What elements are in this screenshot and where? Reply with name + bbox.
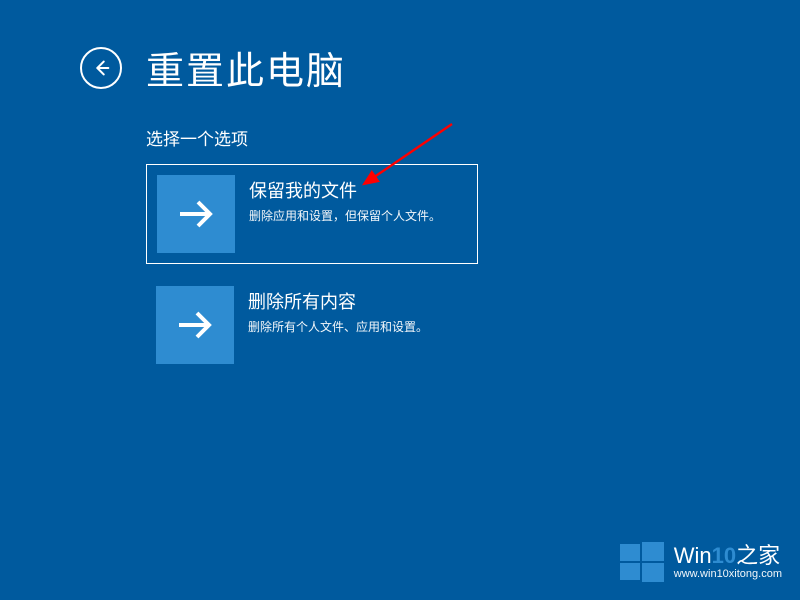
option-description: 删除应用和设置，但保留个人文件。 [249, 207, 441, 224]
page-subtitle: 选择一个选项 [0, 95, 800, 164]
option-title: 保留我的文件 [249, 177, 441, 203]
option-description: 删除所有个人文件、应用和设置。 [248, 318, 428, 335]
option-remove-everything[interactable]: 删除所有内容 删除所有个人文件、应用和设置。 [146, 276, 478, 376]
back-arrow-icon [90, 57, 112, 79]
options-list: 保留我的文件 删除应用和设置，但保留个人文件。 删除所有内容 删除所有个人文件、… [0, 164, 800, 376]
arrow-right-icon [157, 175, 235, 253]
watermark-brand: Win10之家 [674, 544, 782, 568]
back-button[interactable] [80, 47, 122, 89]
arrow-right-icon [156, 286, 234, 364]
option-title: 删除所有内容 [248, 288, 428, 314]
option-keep-files[interactable]: 保留我的文件 删除应用和设置，但保留个人文件。 [146, 164, 478, 264]
watermark: Win10之家 www.win10xitong.com [620, 540, 782, 584]
page-title: 重置此电脑 [146, 40, 346, 95]
watermark-url: www.win10xitong.com [674, 568, 782, 580]
windows-logo-icon [620, 540, 664, 584]
